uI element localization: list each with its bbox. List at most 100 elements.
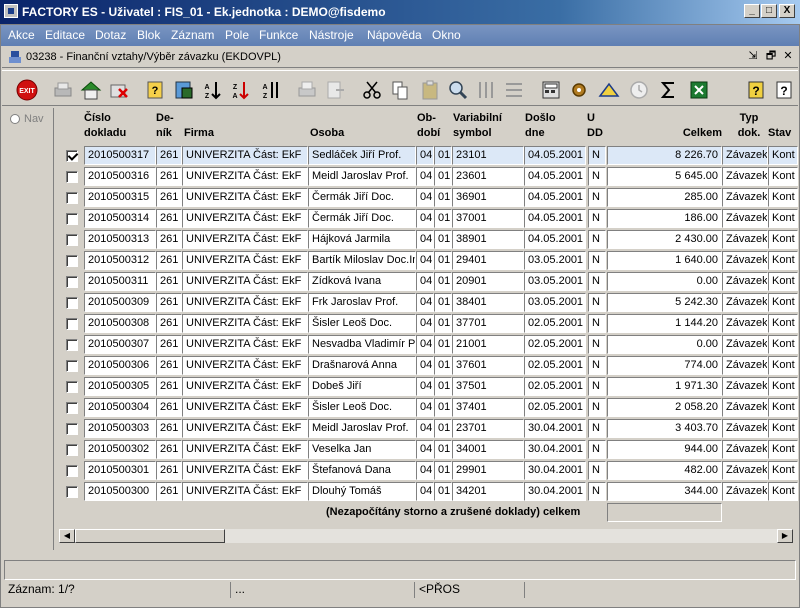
cell-celkem[interactable]: 2 430.00 [607, 230, 722, 249]
cell-osoba[interactable]: Bartík Miloslav Doc.Ing [308, 251, 416, 270]
cell-obdobi-mesic[interactable]: 04 [416, 209, 434, 228]
cell-osoba[interactable]: Veselka Jan [308, 440, 416, 459]
cell-variabilni-symbol[interactable]: 37401 [452, 398, 524, 417]
cell-cislo-dokladu[interactable]: 2010500300 [84, 482, 156, 501]
row-select-checkbox[interactable] [66, 402, 78, 414]
cell-variabilni-symbol[interactable]: 20901 [452, 272, 524, 291]
filter-icon[interactable] [596, 77, 620, 101]
cell-typ-dokladu[interactable]: Závazek [722, 188, 768, 207]
cell-stav[interactable]: Kont [768, 209, 798, 228]
cell-cislo-dokladu[interactable]: 2010500308 [84, 314, 156, 333]
cell-cislo-dokladu[interactable]: 2010500301 [84, 461, 156, 480]
cell-typ-dokladu[interactable]: Závazek [722, 419, 768, 438]
cell-celkem[interactable]: 1 144.20 [607, 314, 722, 333]
cell-obdobi-mesic[interactable]: 04 [416, 188, 434, 207]
table-row[interactable]: 2010500301 261 UNIVERZITA Část: EkF Štefano… [58, 461, 798, 482]
cell-variabilni-symbol[interactable]: 21001 [452, 335, 524, 354]
cell-typ-dokladu[interactable]: Závazek [722, 167, 768, 186]
cell-denik[interactable]: 261 [156, 398, 182, 417]
query-icon[interactable]: ? [143, 77, 167, 101]
cell-celkem[interactable]: 944.00 [607, 440, 722, 459]
cell-variabilni-symbol[interactable]: 34201 [452, 482, 524, 501]
cut-icon[interactable] [359, 77, 383, 101]
cell-denik[interactable]: 261 [156, 440, 182, 459]
cell-obdobi-rok[interactable]: 01 [434, 314, 452, 333]
cell-typ-dokladu[interactable]: Závazek [722, 482, 768, 501]
cell-typ-dokladu[interactable]: Závazek [722, 146, 768, 165]
cell-denik[interactable]: 261 [156, 146, 182, 165]
cell-udd[interactable]: N [588, 335, 606, 354]
form-restore-button[interactable]: 🗗 [764, 49, 778, 63]
cell-firma[interactable]: UNIVERZITA Část: EkF [182, 419, 308, 438]
cell-firma[interactable]: UNIVERZITA Část: EkF [182, 377, 308, 396]
cell-osoba[interactable]: Čermák Jiří Doc. [308, 209, 416, 228]
table-row[interactable]: 2010500315 261 UNIVERZITA Část: EkF Čermák … [58, 188, 798, 209]
row-select-checkbox[interactable] [66, 297, 78, 309]
cell-doslo-dne[interactable]: 30.04.2001 [524, 482, 586, 501]
cell-doslo-dne[interactable]: 30.04.2001 [524, 461, 586, 480]
sort-desc-icon[interactable]: ZA [227, 77, 251, 101]
cell-firma[interactable]: UNIVERZITA Část: EkF [182, 398, 308, 417]
row-select-checkbox[interactable] [66, 465, 78, 477]
cell-firma[interactable]: UNIVERZITA Část: EkF [182, 335, 308, 354]
cell-celkem[interactable]: 0.00 [607, 272, 722, 291]
cell-udd[interactable]: N [588, 209, 606, 228]
row-select-checkbox[interactable] [66, 255, 78, 267]
table-row[interactable]: 2010500314 261 UNIVERZITA Část: EkF Čermák … [58, 209, 798, 230]
table-row[interactable]: 2010500308 261 UNIVERZITA Část: EkF Šisler … [58, 314, 798, 335]
cell-denik[interactable]: 261 [156, 272, 182, 291]
cell-cislo-dokladu[interactable]: 2010500307 [84, 335, 156, 354]
cell-firma[interactable]: UNIVERZITA Část: EkF [182, 293, 308, 312]
cell-udd[interactable]: N [588, 251, 606, 270]
table-row[interactable]: 2010500312 261 UNIVERZITA Část: EkF Bartík … [58, 251, 798, 272]
cell-celkem[interactable]: 1 971.30 [607, 377, 722, 396]
multi-sort-icon[interactable]: AZ [257, 77, 281, 101]
cell-stav[interactable]: Kont [768, 251, 798, 270]
cell-cislo-dokladu[interactable]: 2010500309 [84, 293, 156, 312]
row-select-checkbox[interactable] [66, 234, 78, 246]
menu-napoveda[interactable]: Nápověda [367, 28, 422, 42]
cell-celkem[interactable]: 1 640.00 [607, 251, 722, 270]
cell-doslo-dne[interactable]: 02.05.2001 [524, 314, 586, 333]
cell-celkem[interactable]: 285.00 [607, 188, 722, 207]
cell-doslo-dne[interactable]: 30.04.2001 [524, 419, 586, 438]
cell-celkem[interactable]: 344.00 [607, 482, 722, 501]
cell-celkem[interactable]: 774.00 [607, 356, 722, 375]
row-select-checkbox[interactable] [66, 360, 78, 372]
cell-firma[interactable]: UNIVERZITA Část: EkF [182, 356, 308, 375]
row-select-checkbox[interactable] [66, 276, 78, 288]
cell-udd[interactable]: N [588, 188, 606, 207]
cell-osoba[interactable]: Dobeš Jiří [308, 377, 416, 396]
cell-firma[interactable]: UNIVERZITA Část: EkF [182, 461, 308, 480]
sort-asc-icon[interactable]: AZ [199, 77, 223, 101]
cell-obdobi-mesic[interactable]: 04 [416, 419, 434, 438]
help-icon[interactable]: ? [743, 77, 767, 101]
minimize-button[interactable]: _ [744, 4, 760, 18]
execute-query-icon[interactable] [171, 77, 195, 101]
cell-obdobi-mesic[interactable]: 04 [416, 377, 434, 396]
cell-osoba[interactable]: Dlouhý Tomáš [308, 482, 416, 501]
cell-variabilni-symbol[interactable]: 37501 [452, 377, 524, 396]
cell-cislo-dokladu[interactable]: 2010500314 [84, 209, 156, 228]
cell-typ-dokladu[interactable]: Závazek [722, 398, 768, 417]
cell-typ-dokladu[interactable]: Závazek [722, 230, 768, 249]
cell-firma[interactable]: UNIVERZITA Část: EkF [182, 314, 308, 333]
cell-doslo-dne[interactable]: 02.05.2001 [524, 398, 586, 417]
row-select-checkbox[interactable] [66, 171, 78, 183]
cell-obdobi-rok[interactable]: 01 [434, 209, 452, 228]
cell-osoba[interactable]: Frk Jaroslav Prof. [308, 293, 416, 312]
cell-celkem[interactable]: 0.00 [607, 335, 722, 354]
row-select-checkbox[interactable] [66, 339, 78, 351]
cell-cislo-dokladu[interactable]: 2010500315 [84, 188, 156, 207]
cell-cislo-dokladu[interactable]: 2010500312 [84, 251, 156, 270]
scroll-left-icon[interactable]: ◀ [59, 529, 75, 543]
cell-stav[interactable]: Kont [768, 272, 798, 291]
copy-icon[interactable] [387, 77, 411, 101]
cell-obdobi-mesic[interactable]: 04 [416, 398, 434, 417]
cell-typ-dokladu[interactable]: Závazek [722, 209, 768, 228]
nav-radio[interactable] [10, 114, 20, 124]
cell-stav[interactable]: Kont [768, 167, 798, 186]
delete-icon[interactable] [106, 77, 130, 101]
cell-typ-dokladu[interactable]: Závazek [722, 251, 768, 270]
cell-stav[interactable]: Kont [768, 188, 798, 207]
